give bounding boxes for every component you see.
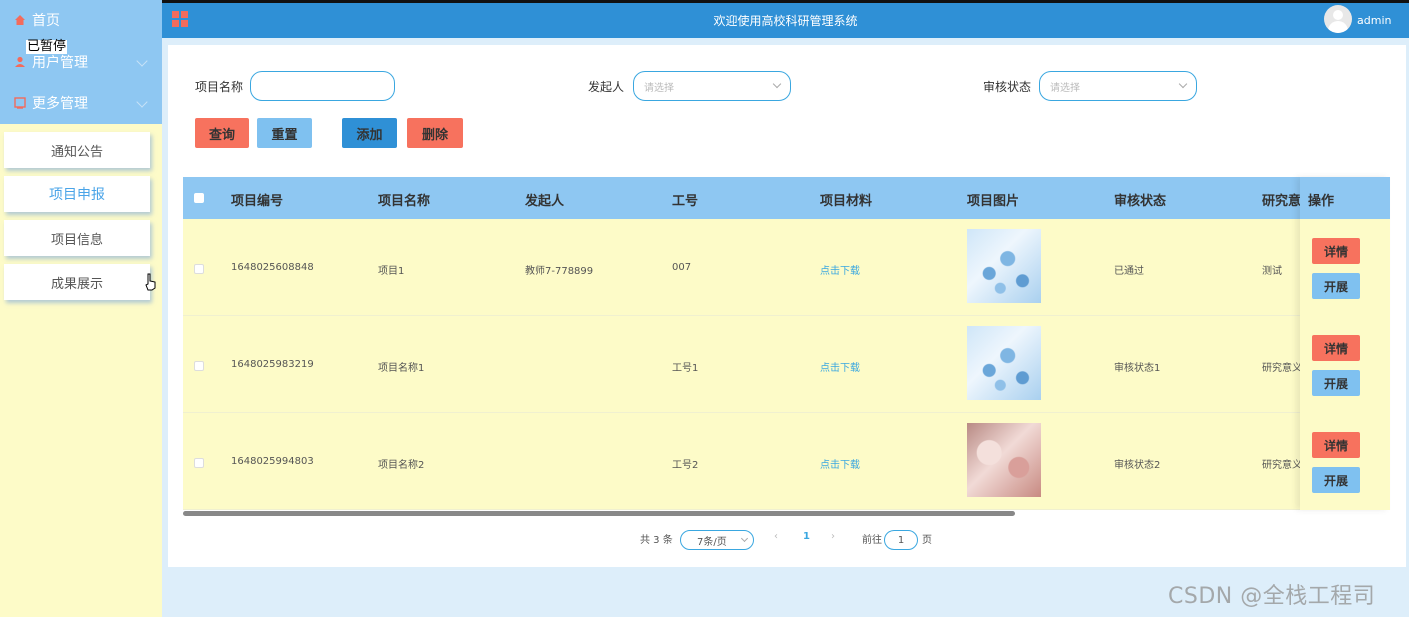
project-image bbox=[967, 423, 1041, 497]
prev-page-button[interactable]: ‹ bbox=[774, 531, 778, 542]
expand-button[interactable]: 开展 bbox=[1312, 273, 1360, 299]
system-title: 欢迎使用高校科研管理系统 bbox=[713, 14, 858, 28]
filter-label-initiator: 发起人 bbox=[588, 80, 625, 94]
chevron-down-icon bbox=[136, 55, 148, 67]
column-header: 项目图片 bbox=[967, 194, 1020, 209]
sub-item-notices[interactable]: 通知公告 bbox=[4, 132, 150, 168]
cell-research: 研究意义 bbox=[1262, 363, 1302, 374]
column-header: 项目材料 bbox=[820, 194, 873, 209]
column-header: 审核状态 bbox=[1114, 194, 1167, 209]
sidebar-menu-area: 首页 用户管理 更多管理 已暂停 bbox=[0, 0, 162, 124]
status-select[interactable]: 请选择 bbox=[1039, 71, 1197, 101]
add-button[interactable]: 添加 bbox=[342, 118, 397, 148]
cell-project-id: 1648025983219 bbox=[231, 359, 314, 370]
project-image bbox=[967, 326, 1041, 400]
page-size-select[interactable]: 7条/页 bbox=[680, 530, 754, 550]
menu-icon bbox=[14, 97, 26, 109]
chevron-down-icon bbox=[772, 79, 782, 89]
column-header: 项目编号 bbox=[231, 194, 284, 209]
delete-button[interactable]: 删除 bbox=[407, 118, 463, 148]
download-link[interactable]: 点击下载 bbox=[820, 262, 860, 277]
cell-project-name: 项目名称2 bbox=[378, 460, 425, 471]
table-header: 项目编号 项目名称 发起人 工号 项目材料 项目图片 审核状态 研究意 bbox=[183, 177, 1389, 219]
menu-item-more-management[interactable]: 更多管理 bbox=[0, 83, 162, 123]
sub-item-project-info[interactable]: 项目信息 bbox=[4, 220, 150, 256]
row-checkbox[interactable] bbox=[194, 458, 204, 468]
download-link[interactable]: 点击下载 bbox=[820, 456, 860, 471]
page-size-value: 7条/页 bbox=[697, 536, 727, 548]
filter-label-status: 审核状态 bbox=[983, 80, 1032, 94]
username[interactable]: admin bbox=[1357, 14, 1391, 27]
filter-label-project-name: 项目名称 bbox=[195, 80, 244, 94]
cell-project-id: 1648025994803 bbox=[231, 456, 314, 467]
status-placeholder: 请选择 bbox=[1050, 82, 1080, 94]
cell-research: 研究意义 bbox=[1262, 460, 1302, 471]
sub-item-achievements[interactable]: 成果展示 bbox=[4, 264, 150, 300]
expand-button[interactable]: 开展 bbox=[1312, 370, 1360, 396]
menu-item-user-management[interactable]: 用户管理 bbox=[0, 42, 162, 82]
chevron-down-icon bbox=[740, 534, 749, 543]
goto-page-input[interactable]: 1 bbox=[884, 530, 918, 550]
chevron-down-icon bbox=[136, 96, 148, 108]
cell-job-no: 工号2 bbox=[672, 460, 699, 471]
cell-job-no: 007 bbox=[672, 262, 692, 273]
download-link[interactable]: 点击下载 bbox=[820, 359, 860, 374]
cell-status: 审核状态1 bbox=[1114, 363, 1161, 374]
cell-project-name: 项目1 bbox=[378, 266, 405, 277]
project-name-input[interactable] bbox=[250, 71, 395, 101]
goto-prefix: 前往 bbox=[862, 535, 882, 546]
column-header: 发起人 bbox=[525, 194, 565, 209]
horizontal-scrollbar[interactable] bbox=[183, 511, 1015, 516]
table-row: 1648025994803 项目名称2 工号2 点击下载 审核状态2 研究意义 bbox=[183, 413, 1389, 510]
cell-project-name: 项目名称1 bbox=[378, 363, 425, 374]
initiator-placeholder: 请选择 bbox=[644, 82, 674, 94]
cell-status: 已通过 bbox=[1114, 266, 1144, 277]
chevron-down-icon bbox=[1178, 79, 1188, 89]
paused-overlay: 已暂停 bbox=[26, 39, 68, 54]
current-page[interactable]: 1 bbox=[803, 531, 810, 542]
avatar[interactable] bbox=[1324, 5, 1352, 33]
detail-button[interactable]: 详情 bbox=[1312, 432, 1360, 458]
main-content: 项目名称 发起人 请选择 审核状态 请选择 查询 重置 添加 删除 项目编号 项… bbox=[168, 45, 1406, 567]
column-header: 研究意 bbox=[1262, 194, 1302, 209]
operation-header: 操作 bbox=[1300, 177, 1390, 219]
column-header: 操作 bbox=[1308, 194, 1335, 209]
pointer-cursor-icon bbox=[145, 273, 156, 291]
top-header: 欢迎使用高校科研管理系统 admin bbox=[162, 0, 1409, 38]
menu-label-home: 首页 bbox=[32, 13, 60, 29]
pagination-total: 共 3 条 bbox=[640, 535, 673, 546]
watermark: CSDN @全栈工程司 bbox=[1168, 584, 1376, 609]
cell-research: 测试 bbox=[1262, 266, 1282, 277]
cell-job-no: 工号1 bbox=[672, 363, 699, 374]
menu-label-more-management: 更多管理 bbox=[32, 96, 88, 112]
next-page-button[interactable]: › bbox=[831, 531, 835, 542]
query-button[interactable]: 查询 bbox=[195, 118, 249, 148]
select-all-checkbox[interactable] bbox=[194, 193, 204, 203]
goto-suffix: 页 bbox=[922, 535, 932, 546]
cell-status: 审核状态2 bbox=[1114, 460, 1161, 471]
row-checkbox[interactable] bbox=[194, 264, 204, 274]
table-row: 1648025983219 项目名称1 工号1 点击下载 审核状态1 研究意义 bbox=[183, 316, 1389, 413]
cell-initiator: 教师7-778899 bbox=[525, 266, 594, 277]
sidebar: 首页 用户管理 更多管理 已暂停 通知公告 项目申报 项目信息 成果展示 bbox=[0, 0, 162, 617]
home-icon bbox=[15, 15, 25, 25]
reset-button[interactable]: 重置 bbox=[257, 118, 312, 148]
detail-button[interactable]: 详情 bbox=[1312, 238, 1360, 264]
operation-column: 操作 详情 开展 详情 开展 详情 开展 bbox=[1300, 177, 1390, 510]
project-image bbox=[967, 229, 1041, 303]
menu-item-home[interactable]: 首页 bbox=[0, 0, 162, 40]
cell-project-id: 1648025608848 bbox=[231, 262, 314, 273]
column-header: 工号 bbox=[672, 194, 699, 209]
menu-label-user-management: 用户管理 bbox=[32, 55, 88, 71]
detail-button[interactable]: 详情 bbox=[1312, 335, 1360, 361]
row-checkbox[interactable] bbox=[194, 361, 204, 371]
initiator-select[interactable]: 请选择 bbox=[633, 71, 791, 101]
table-row: 1648025608848 项目1 教师7-778899 007 点击下载 已通… bbox=[183, 219, 1389, 316]
sub-item-project-application[interactable]: 项目申报 bbox=[4, 176, 150, 212]
expand-button[interactable]: 开展 bbox=[1312, 467, 1360, 493]
column-header: 项目名称 bbox=[378, 194, 431, 209]
user-icon bbox=[15, 56, 25, 67]
